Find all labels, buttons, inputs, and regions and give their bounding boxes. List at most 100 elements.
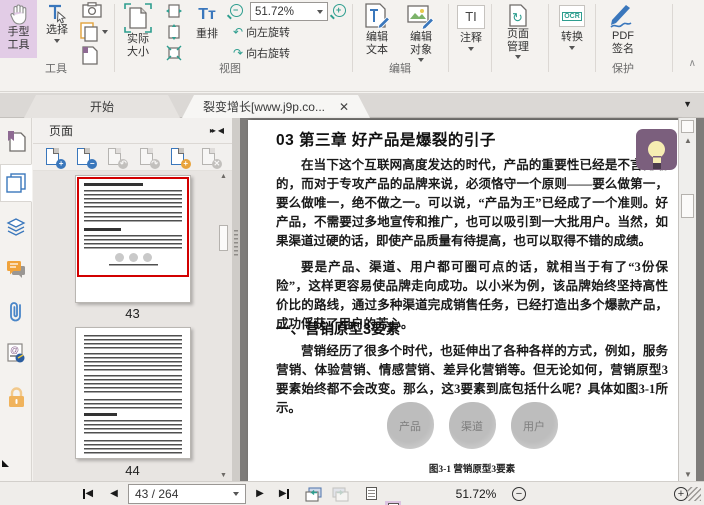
zoom-out-ribbon-button[interactable]: −: [230, 4, 243, 20]
figure-caption: 图3-1 营销原型3要素: [428, 465, 516, 475]
reflow-label: 重排: [196, 28, 218, 40]
status-zoom-value: 51.72%: [455, 487, 497, 501]
bookmarks-panel-button[interactable]: [0, 122, 32, 160]
thumbnail-scroll-down-icon[interactable]: ▼: [220, 472, 227, 479]
page-number-caret-icon: [233, 492, 239, 496]
pdf-page[interactable]: 03 第三章 好产品是爆裂的引子 在当下这个互联网高度发达的时代，产品的重要性已…: [248, 120, 678, 481]
next-view-icon: [331, 486, 349, 502]
zoom-in-ribbon-button[interactable]: +: [333, 4, 346, 20]
rotate-right-icon: ↷: [233, 46, 244, 60]
rotate-right-button[interactable]: ↷ 向右旋转: [233, 45, 290, 61]
page-management-label: 页面管理: [507, 28, 529, 54]
rotate-left-button[interactable]: ↶ 向左旋转: [233, 24, 290, 40]
thumbnail-scrollbar[interactable]: ▲ ▼: [217, 173, 230, 479]
lock-icon: [8, 386, 24, 407]
hand-tool-label: 手型工具: [7, 26, 30, 52]
tools-group-label: 工具: [45, 63, 67, 75]
page-management-button[interactable]: ↻ 页面管理: [495, 0, 541, 72]
thumbnail-scrollbar-thumb[interactable]: [219, 225, 228, 251]
convert-label: 转换: [561, 31, 583, 43]
bookmark-icon: [7, 130, 26, 152]
next-page-button[interactable]: ▶: [252, 485, 268, 503]
reflow-button[interactable]: Tт 重排: [190, 0, 224, 58]
pages-panel-title: 页面: [49, 124, 74, 138]
single-page-view-button[interactable]: [363, 485, 379, 501]
edit-object-icon: [407, 5, 435, 31]
signatures-panel-button[interactable]: @: [0, 334, 32, 372]
next-view-button[interactable]: [330, 485, 350, 503]
page-number-value: 43 / 264: [135, 487, 179, 501]
doc-scroll-down-icon[interactable]: ▼: [684, 470, 692, 479]
security-panel-button[interactable]: [0, 378, 32, 416]
hand-tool-button[interactable]: 手型工具: [0, 0, 37, 58]
scrollbar-split-button[interactable]: [681, 120, 694, 133]
panel-collapse-icon[interactable]: ◀: [218, 126, 224, 135]
zoom-out-button[interactable]: −: [512, 487, 526, 501]
fit-width-icon[interactable]: [166, 3, 182, 19]
previous-page-button[interactable]: ◀: [106, 485, 122, 503]
doc-scroll-up-icon[interactable]: ▲: [684, 136, 692, 145]
zoom-level-combobox[interactable]: 51.72%: [250, 2, 328, 21]
tab-document[interactable]: 裂变增长[www.j9p.co... ✕: [182, 95, 370, 118]
rotate-right-label: 向右旋转: [246, 48, 291, 60]
convert-caret-icon: [569, 46, 575, 51]
clipboard-paste-icon[interactable]: [80, 22, 98, 42]
continuous-view-button[interactable]: [385, 501, 401, 505]
fit-visible-icon[interactable]: [166, 45, 182, 61]
panel-dock-icon[interactable]: ▸▸: [210, 126, 216, 135]
lightbulb-icon: [648, 141, 665, 166]
document-scrollbar[interactable]: ▲ ▼: [678, 118, 696, 481]
layers-panel-button[interactable]: [0, 208, 32, 246]
previous-view-button[interactable]: [303, 485, 323, 503]
paragraph-1: 在当下这个互联网高度发达的时代，产品的重要性已经是不言而喻的，而对于专攻产品的品…: [276, 158, 668, 248]
fit-page-icon[interactable]: [166, 24, 182, 40]
actual-size-button[interactable]: 实际大小: [118, 0, 158, 70]
page-number-combobox[interactable]: 43 / 264: [128, 484, 246, 504]
comment-label: 注释: [460, 32, 482, 44]
thumbnail-zoom-out-button[interactable]: −: [77, 148, 98, 169]
page-44-thumbnail[interactable]: [75, 327, 191, 459]
figure-circle-product: 产品: [386, 402, 434, 449]
panel-splitter[interactable]: [232, 118, 240, 481]
zoom-caret-icon: [317, 9, 323, 14]
figure-3-1: 产品 渠道 用户: [276, 402, 668, 449]
first-page-button[interactable]: ◀: [78, 485, 98, 503]
pages-panel-button[interactable]: [0, 164, 32, 202]
view-group-label: 视图: [219, 63, 241, 75]
thumbnail-scroll-up-icon[interactable]: ▲: [220, 173, 227, 180]
reflow-icon: Tт: [198, 6, 216, 23]
page-44-label: 44: [125, 463, 140, 478]
tab-list-menu-button[interactable]: ▼: [683, 99, 692, 109]
window-resize-grip[interactable]: [687, 487, 701, 501]
select-tool-button[interactable]: 选择: [40, 0, 74, 58]
edit-text-label: 编辑文本: [366, 31, 388, 57]
thumbnail-rotate-right-button[interactable]: ↷: [139, 148, 160, 169]
edit-text-icon: [365, 3, 390, 30]
svg-text:↻: ↻: [512, 10, 523, 25]
tab-home[interactable]: 开始: [24, 95, 180, 118]
attachments-panel-button[interactable]: [0, 292, 32, 330]
doc-scrollbar-thumb[interactable]: [681, 194, 694, 218]
navigation-panel-strip: @: [0, 118, 32, 481]
actual-size-icon: [124, 3, 152, 33]
delete-page-button[interactable]: ✕: [201, 148, 222, 169]
strip-expand-arrow-icon[interactable]: [2, 460, 9, 467]
zoom-in-button[interactable]: +: [674, 487, 688, 501]
idea-widget[interactable]: [636, 129, 677, 170]
select-tool-label: 选择: [46, 24, 68, 36]
splitter-handle[interactable]: [234, 230, 238, 256]
paste-caret-icon[interactable]: [102, 30, 108, 34]
comment-button[interactable]: TI 注释: [453, 0, 489, 72]
last-page-button[interactable]: ▶: [274, 485, 294, 503]
thumbnail-zoom-in-button[interactable]: +: [46, 148, 67, 169]
pages-panel-header: 页面 ▸▸ ◀: [33, 118, 232, 144]
insert-page-button[interactable]: +: [170, 148, 191, 169]
snapshot-camera-icon[interactable]: [82, 2, 102, 18]
tab-document-label: 裂变增长[www.j9p.co...: [202, 100, 325, 114]
page-43-thumbnail[interactable]: [75, 175, 191, 303]
thumbnail-rotate-left-button[interactable]: ↶: [108, 148, 129, 169]
comments-panel-button[interactable]: [0, 250, 32, 288]
collapse-ribbon-button[interactable]: ∧: [689, 58, 696, 69]
tab-close-icon[interactable]: ✕: [339, 100, 349, 114]
last-page-icon: ▶: [278, 488, 287, 499]
